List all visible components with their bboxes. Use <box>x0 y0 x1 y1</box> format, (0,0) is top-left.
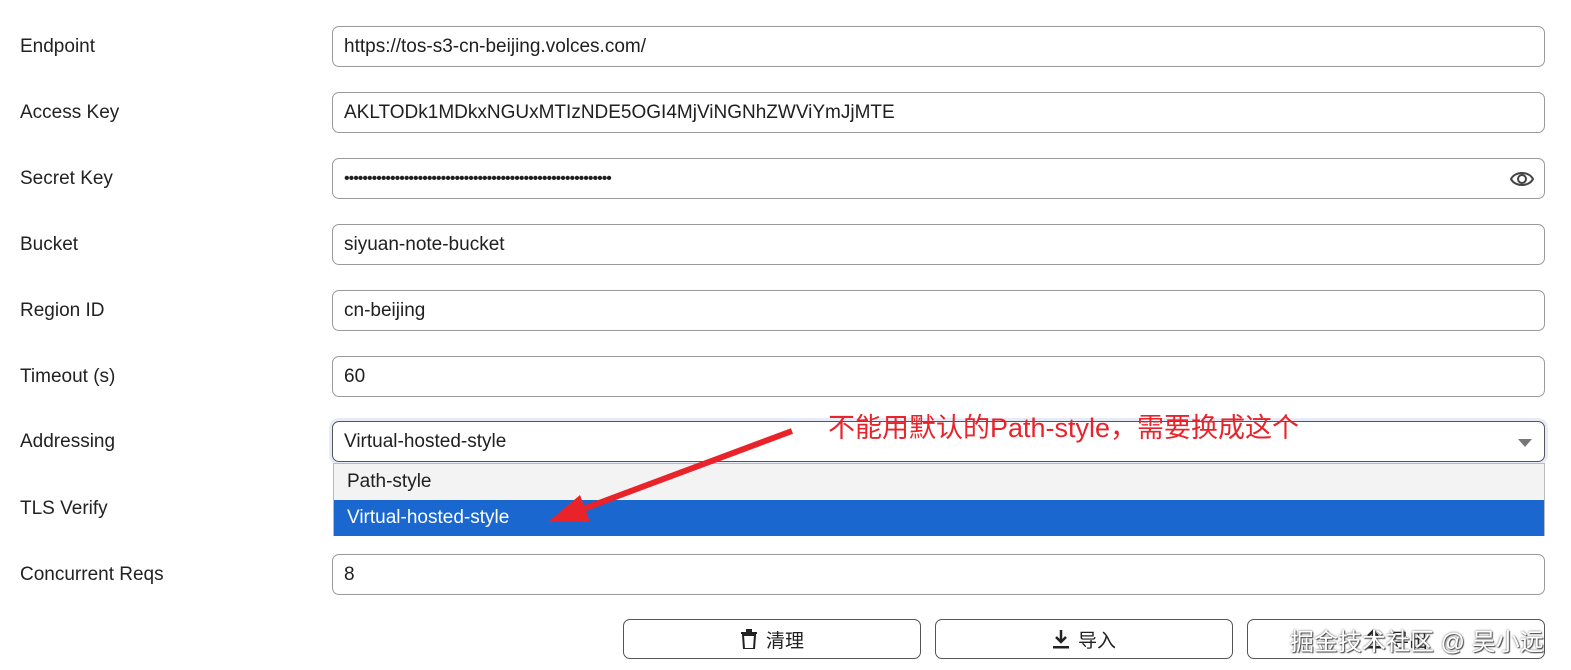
addressing-dropdown: Path-style Virtual-hosted-style <box>333 463 1545 536</box>
region-input[interactable]: cn-beijing <box>332 290 1545 331</box>
concurrent-input[interactable]: 8 <box>332 554 1545 595</box>
access-key-label: Access Key <box>20 102 120 123</box>
import-button[interactable]: 导入 <box>935 619 1233 659</box>
region-row: Region ID cn-beijing <box>0 290 1571 332</box>
clean-button[interactable]: 清理 <box>623 619 921 659</box>
option-path-style[interactable]: Path-style <box>334 464 1544 500</box>
region-label: Region ID <box>20 300 105 321</box>
addressing-value: Virtual-hosted-style <box>344 431 507 452</box>
timeout-input[interactable]: 60 <box>332 356 1545 397</box>
secret-key-input[interactable]: ••••••••••••••••••••••••••••••••••••••••… <box>332 158 1545 199</box>
endpoint-input[interactable]: https://tos-s3-cn-beijing.volces.com/ <box>332 26 1545 67</box>
watermark: 掘金技术社区 @ 吴小远 <box>1290 629 1544 656</box>
addressing-label: Addressing <box>20 431 116 452</box>
endpoint-label: Endpoint <box>20 36 96 57</box>
option-virtual-hosted-style[interactable]: Virtual-hosted-style <box>334 500 1544 536</box>
clean-label: 清理 <box>765 630 804 652</box>
access-key-input[interactable]: AKLTODk1MDkxNGUxMTIzNDE5OGI4MjViNGNhZWVi… <box>332 92 1545 133</box>
eye-icon[interactable] <box>1510 168 1534 190</box>
concurrent-label: Concurrent Reqs <box>20 564 164 585</box>
timeout-row: Timeout (s) 60 <box>0 356 1571 398</box>
endpoint-row: Endpoint https://tos-s3-cn-beijing.volce… <box>0 26 1571 68</box>
trash-icon <box>740 629 757 649</box>
secret-key-label: Secret Key <box>20 168 113 189</box>
download-icon <box>1052 630 1069 649</box>
bucket-row: Bucket siyuan-note-bucket <box>0 224 1571 266</box>
annotation-text: 不能用默认的Path-style，需要换成这个 <box>828 413 1300 443</box>
secret-key-row: Secret Key •••••••••••••••••••••••••••••… <box>0 158 1571 200</box>
concurrent-row: Concurrent Reqs 8 <box>0 554 1571 596</box>
import-label: 导入 <box>1077 630 1116 652</box>
timeout-label: Timeout (s) <box>20 366 116 387</box>
tls-label: TLS Verify <box>20 498 108 519</box>
addressing-row: Addressing Virtual-hosted-style <box>0 421 1571 463</box>
caret-down-icon <box>1518 439 1532 447</box>
secret-key-value: ••••••••••••••••••••••••••••••••••••••••… <box>344 170 612 187</box>
bucket-input[interactable]: siyuan-note-bucket <box>332 224 1545 265</box>
bucket-label: Bucket <box>20 234 79 255</box>
access-key-row: Access Key AKLTODk1MDkxNGUxMTIzNDE5OGI4M… <box>0 92 1571 134</box>
